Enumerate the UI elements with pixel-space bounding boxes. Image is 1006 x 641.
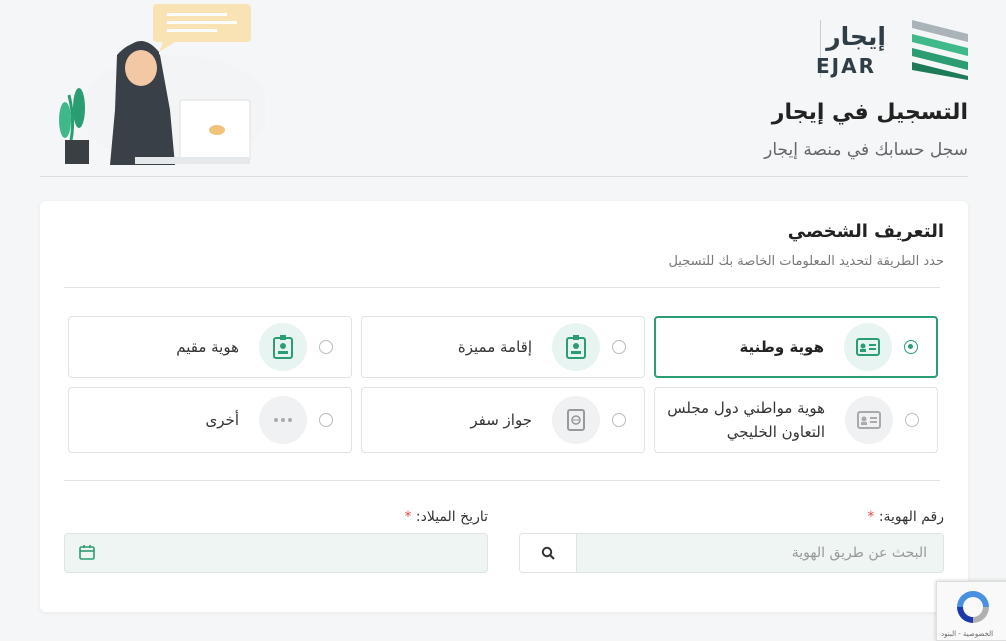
radio-resident-id[interactable] (319, 340, 333, 354)
option-label: هوية مقيم (176, 338, 239, 356)
section-subtitle: حدد الطريقة لتحديد المعلومات الخاصة بك ل… (668, 254, 944, 269)
option-resident-id[interactable]: هوية مقيم (68, 316, 352, 378)
option-passport[interactable]: جواز سفر (361, 387, 645, 453)
option-gcc-id[interactable]: هوية مواطني دول مجلس التعاون الخليجي (654, 387, 938, 453)
badge-icon (552, 323, 600, 371)
page-subtitle: سجل حسابك في منصة إيجار (764, 140, 968, 160)
dob-input[interactable] (64, 533, 488, 573)
search-button[interactable] (520, 534, 577, 572)
id-number-input[interactable]: البحث عن طريق الهوية (576, 534, 943, 572)
id-card-icon (845, 396, 893, 444)
logo-text-arabic: إيجار (826, 22, 886, 51)
badge-icon (259, 323, 307, 371)
recaptcha-icon (957, 591, 989, 623)
id-number-label-text: رقم الهوية: (878, 509, 944, 525)
radio-passport[interactable] (612, 413, 626, 427)
option-label: هوية مواطني دول مجلس التعاون الخليجي (667, 396, 825, 444)
required-mark: * (404, 509, 412, 525)
radio-gcc-id[interactable] (905, 413, 919, 427)
search-icon (541, 546, 555, 560)
id-card-icon (844, 323, 892, 371)
option-label-line1: هوية مواطني دول مجلس (667, 399, 825, 417)
more-icon (259, 396, 307, 444)
radio-other[interactable] (319, 413, 333, 427)
id-number-label: رقم الهوية: * (867, 509, 944, 525)
page-header: إيجار EJAR التسجيل في إيجار سجل حسابك في… (0, 0, 1006, 185)
option-label-line2: التعاون الخليجي (726, 423, 825, 441)
radio-national-id[interactable] (904, 340, 918, 354)
option-national-id[interactable]: هوية وطنية (654, 316, 938, 378)
logo-text-english: EJAR (816, 54, 876, 78)
id-number-field: البحث عن طريق الهوية (519, 533, 944, 573)
dob-label: تاريخ الميلاد: * (404, 509, 488, 525)
option-premium-residency[interactable]: إقامة مميزة (361, 316, 645, 378)
radio-premium-residency[interactable] (612, 340, 626, 354)
option-label: أخرى (205, 411, 239, 429)
recaptcha-links[interactable]: الخصوصية - البنود (941, 630, 993, 638)
option-other[interactable]: أخرى (68, 387, 352, 453)
calendar-icon[interactable] (79, 544, 95, 560)
option-label: جواز سفر (470, 411, 532, 429)
form-divider (64, 480, 940, 481)
section-divider (64, 287, 940, 288)
recaptcha-badge[interactable]: الخصوصية - البنود (936, 581, 1006, 641)
passport-icon (552, 396, 600, 444)
option-label: إقامة مميزة (457, 338, 532, 356)
dob-label-text: تاريخ الميلاد: (415, 509, 488, 525)
hero-illustration (55, 0, 270, 168)
ejar-mark-icon (912, 20, 968, 80)
ejar-logo: إيجار EJAR (816, 18, 968, 82)
option-label: هوية وطنية (739, 338, 824, 356)
registration-card: التعريف الشخصي حدد الطريقة لتحديد المعلو… (40, 201, 968, 612)
page-title: التسجيل في إيجار (771, 100, 968, 125)
section-title: التعريف الشخصي (787, 221, 944, 242)
required-mark: * (867, 509, 875, 525)
header-divider (40, 176, 968, 177)
